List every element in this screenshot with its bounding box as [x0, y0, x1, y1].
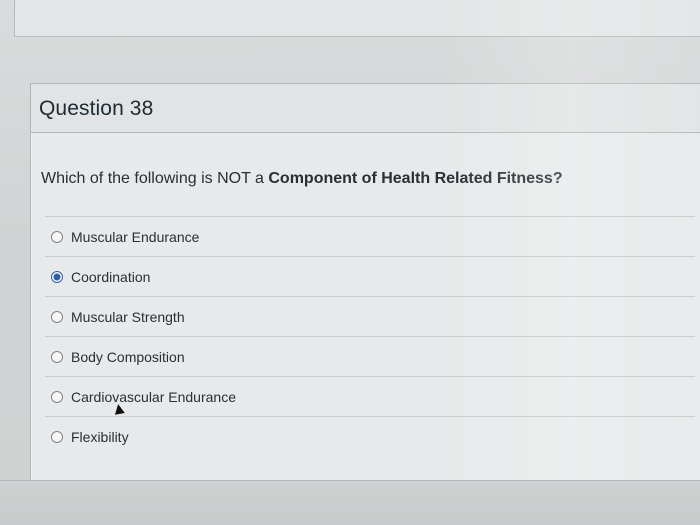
answer-option-flexibility[interactable]: Flexibility: [45, 416, 695, 456]
radio-button[interactable]: [51, 310, 63, 323]
answer-option-cardiovascular-endurance[interactable]: Cardiovascular Endurance: [45, 376, 695, 416]
answer-option-body-composition[interactable]: Body Composition: [45, 336, 695, 376]
answer-label: Muscular Endurance: [71, 228, 200, 245]
answer-label: Coordination: [71, 268, 151, 285]
radio-button[interactable]: [51, 390, 63, 403]
answer-option-muscular-strength[interactable]: Muscular Strength: [45, 296, 695, 336]
radio-button[interactable]: [51, 430, 63, 443]
question-card: Question 38 Which of the following is NO…: [30, 83, 700, 483]
question-text-prefix: Which of the following is NOT a: [41, 170, 269, 187]
top-panel: [14, 0, 700, 37]
answer-list: Muscular Endurance Coordination Muscular…: [45, 216, 695, 456]
radio-button[interactable]: [51, 350, 63, 363]
answer-option-coordination[interactable]: Coordination: [45, 256, 695, 296]
screen: › Question 38 Which of the following is …: [0, 0, 700, 525]
question-header: Question 38: [31, 84, 700, 133]
chevron-right-icon[interactable]: ›: [0, 96, 10, 112]
mouse-cursor-icon: [113, 403, 125, 415]
radio-button-selected[interactable]: [51, 270, 63, 283]
question-text-bold: Component of Health Related Fitness?: [268, 170, 563, 187]
answer-option-muscular-endurance[interactable]: Muscular Endurance: [45, 216, 695, 256]
bottom-panel: [0, 480, 700, 525]
radio-button[interactable]: [51, 230, 63, 243]
question-title: Question 38: [39, 97, 154, 120]
answer-label: Body Composition: [71, 348, 185, 365]
answer-label: Cardiovascular Endurance: [71, 388, 236, 405]
answer-label: Muscular Strength: [71, 308, 185, 325]
question-text: Which of the following is NOT a Componen…: [41, 170, 563, 188]
answer-label: Flexibility: [71, 428, 129, 445]
